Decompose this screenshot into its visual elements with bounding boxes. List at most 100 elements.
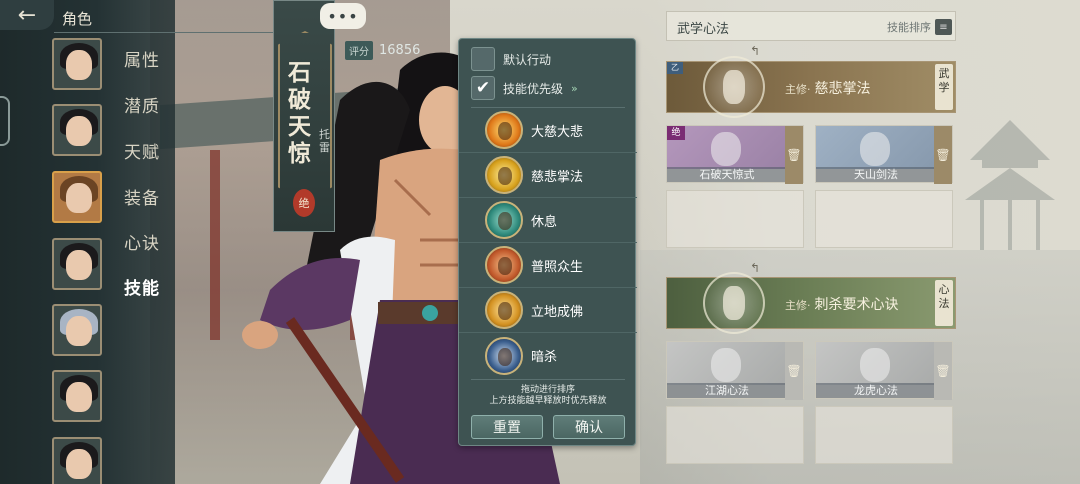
martial-arts-title: 武学心法 xyxy=(677,22,730,37)
martial-slot[interactable]: 绝 石破天惊式 🗑 xyxy=(666,125,804,184)
skill-priority-list: 大慈大悲 慈悲掌法 休息 普照众生 立地成佛 暗杀 xyxy=(459,108,637,378)
character-portrait[interactable] xyxy=(52,437,102,484)
character-name-banner: 石破天惊 绝 xyxy=(273,0,335,232)
skill-name: 休息 xyxy=(531,214,558,230)
pillar xyxy=(210,150,220,340)
trash-icon[interactable]: 🗑 xyxy=(934,126,952,184)
checkmark-icon: ✔ xyxy=(475,78,491,98)
empty-slot[interactable] xyxy=(666,406,804,464)
sort-hint: 拖动进行排序 上方技能越早释放时优先释放 xyxy=(459,385,637,407)
empty-slot[interactable] xyxy=(666,190,804,248)
skill-priority-option[interactable]: ✔ 技能优先级 » xyxy=(471,75,631,101)
default-action-label: 默认行动 xyxy=(503,52,552,67)
character-score: 评分 16856 xyxy=(345,40,465,60)
character-portrait[interactable] xyxy=(52,38,102,90)
sidebar-item-attributes[interactable]: 属性 xyxy=(124,46,160,71)
skill-mercy-palm-icon xyxy=(485,156,523,194)
confirm-button[interactable]: 确认 xyxy=(553,415,625,439)
slot-name: 石破天惊式 xyxy=(667,167,787,182)
page-title: 角色 xyxy=(62,10,93,28)
character-portrait[interactable] xyxy=(52,104,102,156)
skill-name: 慈悲掌法 xyxy=(531,169,584,185)
chevron-right-icon: » xyxy=(571,81,578,95)
main-prefix: 主修· xyxy=(785,83,811,96)
pagoda-silhouette xyxy=(965,120,1055,250)
empty-slot[interactable] xyxy=(815,406,953,464)
skill-sort-label[interactable]: 技能排序 xyxy=(887,19,931,35)
trash-icon[interactable]: 🗑 xyxy=(785,126,803,184)
main-mind-name: 主修· 刺杀要术心诀 xyxy=(785,294,899,314)
martial-tag: 武学 xyxy=(935,64,953,110)
mind-slot[interactable]: 江湖心法 🗑 xyxy=(666,341,804,400)
slot-name: 江湖心法 xyxy=(667,383,787,398)
skill-priority-popup: 默认行动 ✔ 技能优先级 » 大慈大悲 慈悲掌法 休息 普照众生 立地成佛 暗杀… xyxy=(458,38,637,446)
skill-row[interactable]: 暗杀 xyxy=(459,333,637,378)
skill-name: 立地成佛 xyxy=(531,304,584,320)
skill-row[interactable]: 立地成佛 xyxy=(459,288,637,333)
skill-shine-all-icon xyxy=(485,246,523,284)
main-mind-card[interactable]: 主修· 刺杀要术心诀 心法 xyxy=(666,272,956,334)
skill-name: 暗杀 xyxy=(531,350,558,365)
default-action-checkbox[interactable] xyxy=(471,47,495,71)
skill-row[interactable]: 大慈大悲 xyxy=(459,108,637,153)
character-portrait[interactable] xyxy=(52,370,102,422)
skill-assassinate-icon xyxy=(485,336,523,375)
empty-slot[interactable] xyxy=(815,190,953,248)
martial-arts-header: 武学心法 技能排序 ≡ xyxy=(666,11,956,41)
sidebar-item-mind-formula[interactable]: 心诀 xyxy=(124,229,160,254)
main-martial-value: 慈悲掌法 xyxy=(814,81,871,97)
rarity-seal: 绝 xyxy=(293,189,315,217)
trash-icon[interactable]: 🗑 xyxy=(934,342,952,400)
skill-name: 大慈大悲 xyxy=(531,124,584,140)
grade-badge: 乙 xyxy=(667,62,683,74)
skill-row[interactable]: 休息 xyxy=(459,198,637,243)
back-arrow-icon[interactable]: ← xyxy=(0,0,54,30)
skill-name: 普照众生 xyxy=(531,259,584,275)
skill-priority-checkbox[interactable]: ✔ xyxy=(471,76,495,100)
sort-hint-line: 上方技能越早释放时优先释放 xyxy=(489,396,607,406)
sidebar-item-potential[interactable]: 潜质 xyxy=(124,92,160,117)
sidebar-collapse-handle[interactable] xyxy=(0,96,10,146)
martial-slot[interactable]: 天山剑法 🗑 xyxy=(815,125,953,184)
mind-portrait-icon xyxy=(703,272,765,334)
character-portrait[interactable] xyxy=(52,238,102,290)
skill-row[interactable]: 慈悲掌法 xyxy=(459,153,637,198)
chat-bubble-icon[interactable]: ••• xyxy=(320,3,366,29)
main-martial-card[interactable]: 乙 主修· 慈悲掌法 武学 xyxy=(666,56,956,118)
character-portrait-selected[interactable] xyxy=(52,171,102,223)
header-divider xyxy=(54,32,274,33)
character-name: 石破天惊 xyxy=(288,59,311,167)
skill-become-buddha-icon xyxy=(485,291,523,329)
skill-art xyxy=(816,126,936,169)
swap-arrow-icon: ↰ xyxy=(750,261,761,275)
sort-icon[interactable]: ≡ xyxy=(935,19,952,35)
reset-button[interactable]: 重置 xyxy=(471,415,543,439)
mind-tag: 心法 xyxy=(935,280,953,326)
main-martial-name: 主修· 慈悲掌法 xyxy=(785,78,871,98)
sidebar-item-equipment[interactable]: 装备 xyxy=(124,184,160,209)
main-mind-value: 刺杀要术心诀 xyxy=(814,297,899,313)
default-action-option[interactable]: 默认行动 xyxy=(471,46,631,72)
skill-priority-label: 技能优先级 xyxy=(503,81,564,96)
sidebar-item-talent[interactable]: 天赋 xyxy=(124,138,160,163)
skill-art xyxy=(667,126,787,169)
character-title: 托雷 xyxy=(319,128,330,154)
score-value: 16856 xyxy=(379,42,421,58)
skill-rest-icon xyxy=(485,201,523,239)
swap-arrow-icon: ↰ xyxy=(750,44,761,58)
character-portrait[interactable] xyxy=(52,304,102,356)
martial-portrait-icon xyxy=(703,56,765,118)
trash-icon[interactable]: 🗑 xyxy=(785,342,803,400)
skill-row[interactable]: 普照众生 xyxy=(459,243,637,288)
skill-art xyxy=(816,342,936,385)
mind-slot[interactable]: 龙虎心法 🗑 xyxy=(815,341,953,400)
score-label: 评分 xyxy=(345,40,373,60)
sidebar-item-skills[interactable]: 技能 xyxy=(124,274,160,299)
skill-art xyxy=(667,342,787,385)
sort-hint-line: 拖动进行排序 xyxy=(520,385,575,395)
slot-name: 龙虎心法 xyxy=(816,383,936,398)
main-prefix: 主修· xyxy=(785,299,811,312)
rank-badge: 绝 xyxy=(667,126,685,140)
popup-divider xyxy=(471,379,625,380)
slot-name: 天山剑法 xyxy=(816,167,936,182)
